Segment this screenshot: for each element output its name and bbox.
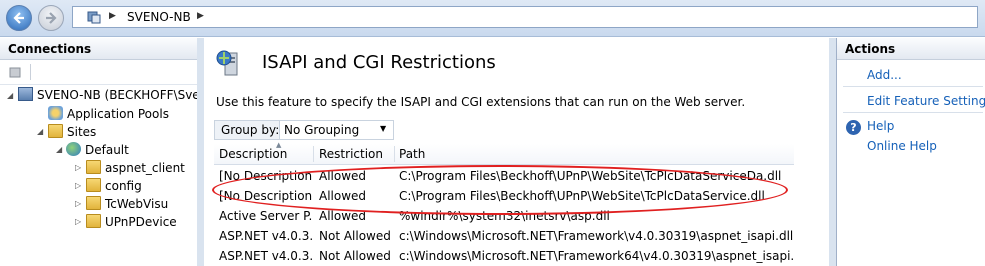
tree-item-upnpdevice[interactable]: UPnPDevice [86,214,177,229]
table-header: Description ▲ Restriction Path [214,141,794,165]
server-icon [18,87,33,101]
online-help-link[interactable]: Online Help [867,139,937,153]
group-by-bar: Group by: No Grouping ▼ [214,120,394,140]
table-row[interactable]: ASP.NET v4.0.3... Not Allowed c:\Windows… [214,246,794,266]
expand-icon[interactable]: ▷ [75,181,81,190]
arrow-left-icon [13,12,24,24]
tree-item-application-pools[interactable]: Application Pools [48,106,169,121]
folder-icon [86,160,101,174]
sort-ascending-icon: ▲ [276,141,282,149]
edit-feature-settings-link[interactable]: Edit Feature Settings... [867,94,985,108]
breadcrumb-server[interactable]: SVENO-NB [127,10,191,24]
column-header-description[interactable]: Description [219,147,287,161]
folder-icon [86,214,101,228]
chevron-right-icon: ▶ [109,11,116,21]
tree-item-config[interactable]: config [86,178,142,193]
column-divider[interactable] [313,146,314,162]
help-link[interactable]: Help [867,119,894,133]
column-divider[interactable] [394,146,395,162]
add-link[interactable]: Add... [867,68,902,82]
navigation-bar: ▶ SVENO-NB ▶ [0,0,985,37]
actions-title: Actions [837,38,985,60]
tree-item-sites[interactable]: Sites [48,124,96,139]
cell-path: c:\Windows\Microsoft.NET\Framework64\v4.… [399,249,794,263]
highlight-annotation-ellipse [212,165,788,215]
folder-icon [48,124,63,138]
splitter-right[interactable] [829,38,836,266]
collapse-icon[interactable]: ◢ [56,145,62,154]
toolbar-divider [30,64,31,80]
group-by-label: Group by: [221,123,280,137]
tree-item-default-site[interactable]: Default [66,142,129,157]
folder-icon [86,178,101,192]
group-by-select[interactable]: No Grouping ▼ [279,121,393,139]
server-icon [87,11,101,24]
divider [843,86,983,87]
page-title: ISAPI and CGI Restrictions [262,52,496,73]
collapse-icon[interactable]: ◢ [37,127,43,136]
chevron-right-icon[interactable]: ▶ [197,11,204,21]
collapse-icon[interactable]: ◢ [7,91,13,100]
table-row[interactable]: ASP.NET v4.0.3... Not Allowed c:\Windows… [214,226,794,246]
application-pools-icon [48,106,63,120]
cell-description: ASP.NET v4.0.3... [219,229,312,243]
tree-item-aspnet-client[interactable]: aspnet_client [86,160,185,175]
arrow-right-icon [46,12,57,24]
actions-panel: Actions Add... Edit Feature Settings... … [836,38,985,266]
cell-restriction: Not Allowed [319,249,391,263]
connections-toolbar [0,60,197,85]
dropdown-arrow-icon: ▼ [380,124,387,133]
address-bar[interactable]: ▶ SVENO-NB ▶ [72,6,978,28]
add-connection-icon[interactable] [9,65,23,79]
back-button[interactable] [6,5,32,31]
isapi-cgi-restrictions-icon [216,50,238,76]
tree-item-tcwebvisu[interactable]: TcWebVisu [86,196,168,211]
cell-description: Active Server P... [219,209,312,223]
cell-description: ASP.NET v4.0.3... [219,249,312,263]
folder-icon [86,196,101,210]
splitter-left[interactable] [197,38,204,266]
tree-item-server[interactable]: SVENO-NB (BECKHOFF\Sve [18,87,200,102]
divider [843,112,983,113]
connections-panel: Connections ◢ SVENO-NB (BECKHOFF\Sve App… [0,38,200,266]
column-header-restriction[interactable]: Restriction [319,147,383,161]
help-icon: ? [846,120,861,135]
forward-button[interactable] [38,5,64,31]
feature-description: Use this feature to specify the ISAPI an… [216,95,746,109]
globe-icon [66,142,81,156]
connections-title: Connections [0,38,197,60]
column-header-path[interactable]: Path [399,147,425,161]
expand-icon[interactable]: ▷ [75,199,81,208]
expand-icon[interactable]: ▷ [75,163,81,172]
cell-path: c:\Windows\Microsoft.NET\Framework\v4.0.… [399,229,794,243]
feature-panel: ISAPI and CGI Restrictions Use this feat… [204,38,829,266]
cell-restriction: Not Allowed [319,229,391,243]
expand-icon[interactable]: ▷ [75,217,81,226]
